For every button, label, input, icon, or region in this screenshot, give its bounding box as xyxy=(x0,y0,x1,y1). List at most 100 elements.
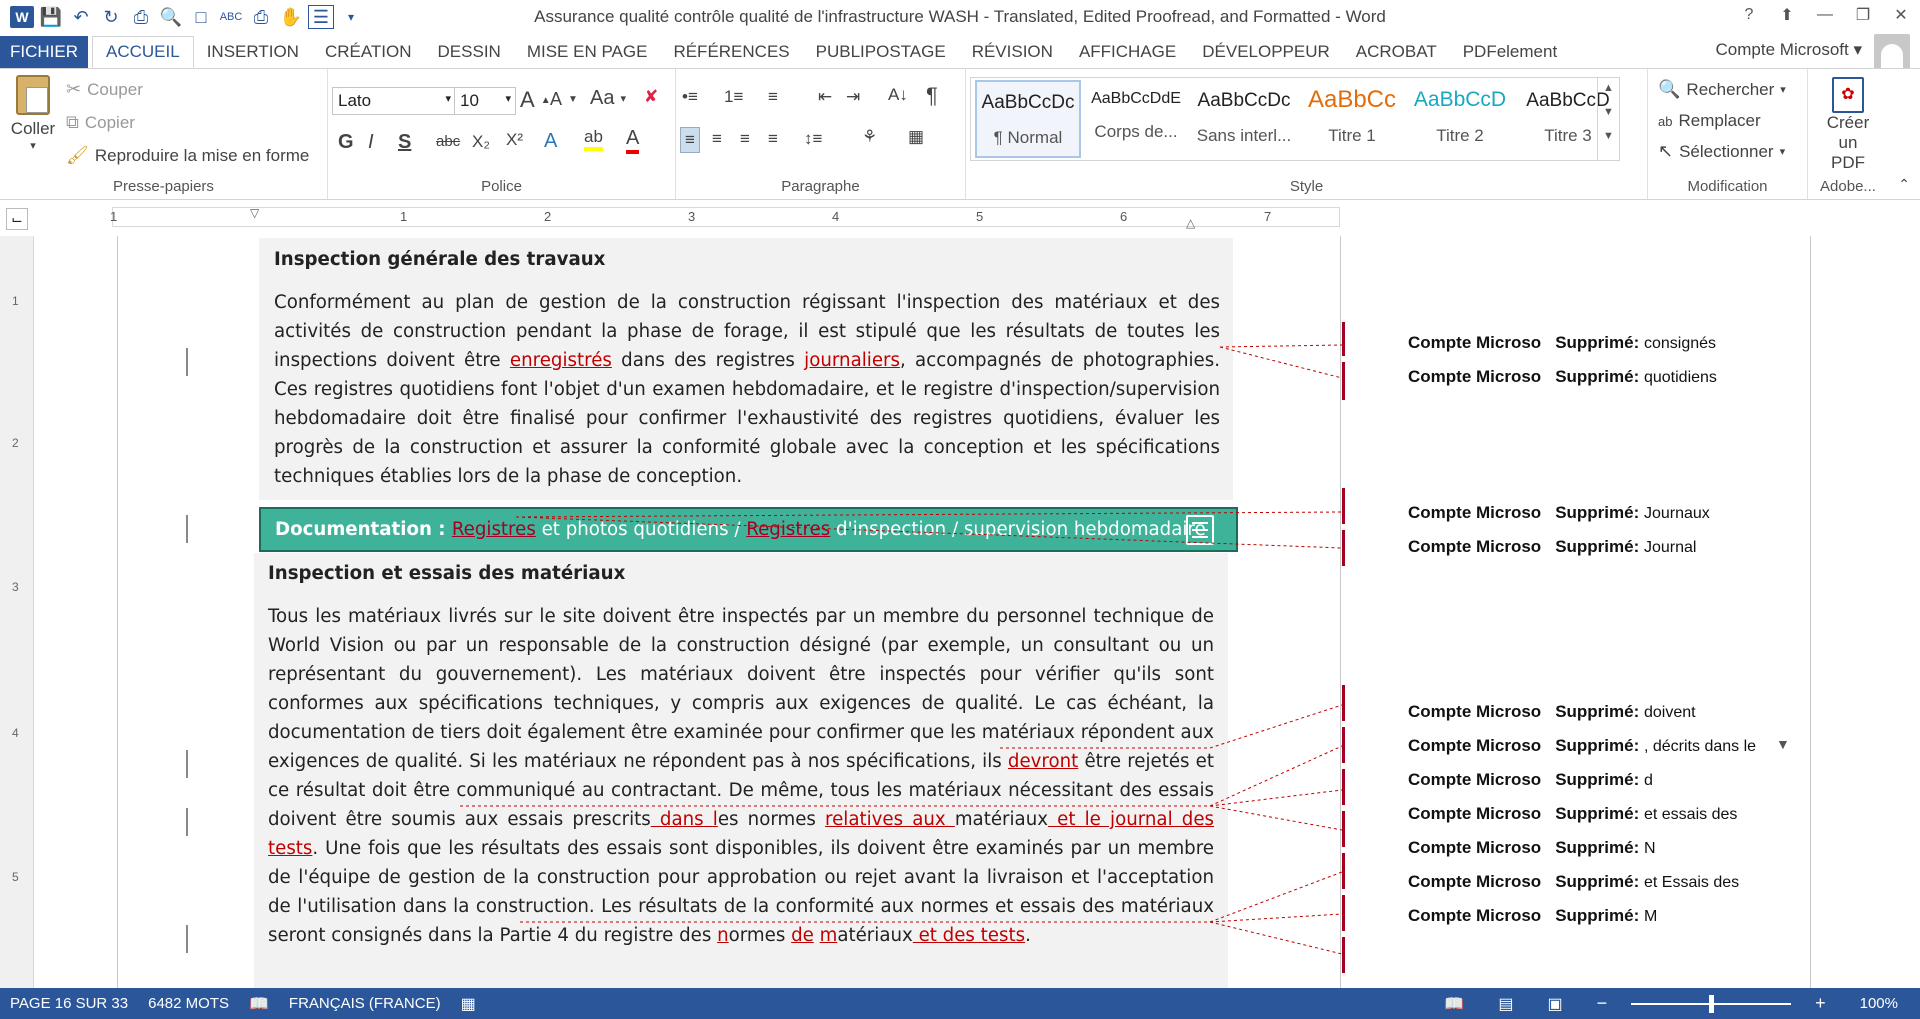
bold-button[interactable]: G xyxy=(338,131,354,154)
new-document-icon[interactable]: □ xyxy=(188,5,214,29)
styles-scroll[interactable]: ▲ ▼ ▼ xyxy=(1597,78,1619,160)
page-indicator[interactable]: PAGE 16 SUR 33 xyxy=(10,995,128,1012)
highlight-icon[interactable]: ab xyxy=(584,127,603,151)
tab-revision[interactable]: RÉVISION xyxy=(959,36,1066,68)
tab-pdfelement[interactable]: PDFelement xyxy=(1450,36,1570,68)
close-icon[interactable]: ✕ xyxy=(1882,0,1920,30)
copy-button[interactable]: ⧉ Copier xyxy=(66,112,135,133)
shrink-font-button[interactable]: A ▼ xyxy=(550,89,578,110)
read-mode-icon[interactable]: 📖 xyxy=(1444,994,1464,1014)
find-button[interactable]: 🔍 Rechercher ▾ xyxy=(1658,79,1786,100)
tracked-change-comment[interactable]: Compte Microso Supprimé: Journal xyxy=(1408,537,1696,557)
web-layout-icon[interactable]: ▣ xyxy=(1547,994,1562,1014)
print-preview-icon[interactable]: 🔍 xyxy=(158,5,184,29)
tracked-change-comment[interactable]: Compte Microso Supprimé: , décrits dans l… xyxy=(1408,736,1790,756)
style-normal[interactable]: AaBbCcDc ¶ Normal xyxy=(975,80,1081,158)
zoom-level[interactable]: 100% xyxy=(1860,995,1898,1012)
cut-button[interactable]: ✂ Couper xyxy=(66,79,143,100)
align-justify-left-icon[interactable]: ≡ xyxy=(680,127,700,153)
tracked-change-comment[interactable]: Compte Microso Supprimé: d xyxy=(1408,770,1653,790)
tab-developpeur[interactable]: DÉVELOPPEUR xyxy=(1189,36,1343,68)
font-size-input[interactable]: 10 ▾ xyxy=(454,87,516,115)
section2[interactable]: Inspection et essais des matériaux Tous … xyxy=(268,559,1214,950)
touch-mode-icon[interactable]: ✋ xyxy=(278,5,304,29)
style-sans-interligne[interactable]: AaBbCcDc Sans interl... xyxy=(1191,80,1297,158)
tab-creation[interactable]: CRÉATION xyxy=(312,36,425,68)
decrease-indent-icon[interactable]: ⇤ xyxy=(818,87,832,107)
collapse-ribbon-icon[interactable]: ⌃ xyxy=(1898,176,1910,193)
tab-mise-en-page[interactable]: MISE EN PAGE xyxy=(514,36,661,68)
help-icon[interactable]: ? xyxy=(1730,0,1768,30)
grow-font-button[interactable]: A ▲ xyxy=(520,87,551,113)
tab-insertion[interactable]: INSERTION xyxy=(194,36,312,68)
tab-stop-selector[interactable]: ⌙ xyxy=(6,208,28,230)
font-name-input[interactable]: Lato ▾ xyxy=(332,87,456,115)
tracked-change-comment[interactable]: Compte Microso Supprimé: Journaux xyxy=(1408,503,1710,523)
bullets-icon[interactable]: •≡ xyxy=(682,87,698,107)
documentation-bar[interactable]: Documentation : Registres et photos quot… xyxy=(259,507,1238,552)
pilcrow-icon[interactable]: ¶ xyxy=(926,83,938,109)
proofing-icon[interactable]: 📖 xyxy=(249,994,269,1014)
tracked-change-comment[interactable]: Compte Microso Supprimé: et Essais des xyxy=(1408,872,1739,892)
sort-icon[interactable]: A↓ xyxy=(888,85,908,105)
zoom-in-button[interactable]: + xyxy=(1815,993,1826,1014)
redo-icon[interactable]: ↻ xyxy=(98,5,124,29)
multilevel-list-icon[interactable]: ≡ xyxy=(768,87,778,107)
align-right-icon[interactable]: ≡ xyxy=(740,129,750,149)
text-effects-icon[interactable]: A xyxy=(544,130,557,153)
strikethrough-button[interactable]: abc xyxy=(436,133,460,150)
change-case-button[interactable]: Aa ▾ xyxy=(590,87,626,110)
macro-icon[interactable]: ▦ xyxy=(461,994,476,1014)
style-corps[interactable]: AaBbCcDdE Corps de... xyxy=(1083,80,1189,158)
justify-icon[interactable]: ≡ xyxy=(768,129,778,149)
italic-button[interactable]: I xyxy=(368,131,374,154)
minimize-icon[interactable]: — xyxy=(1806,0,1844,30)
line-spacing-icon[interactable]: ↕≡ xyxy=(804,129,822,149)
create-pdf-button[interactable]: ✿ Créer un PDF xyxy=(1822,77,1874,173)
tab-accueil[interactable]: ACCUEIL xyxy=(92,36,194,68)
tracked-change-comment[interactable]: Compte Microso Supprimé: N xyxy=(1408,838,1656,858)
tab-fichier[interactable]: FICHIER xyxy=(0,36,88,68)
paste-button[interactable]: Coller ▾ xyxy=(8,75,58,152)
tab-references[interactable]: RÉFÉRENCES xyxy=(660,36,802,68)
tracked-change-comment[interactable]: Compte Microso Supprimé: M xyxy=(1408,906,1657,926)
align-center-icon[interactable]: ≡ xyxy=(712,129,722,149)
zoom-out-button[interactable]: − xyxy=(1597,993,1608,1014)
format-painter-button[interactable]: 🖌 Reproduire la mise en forme xyxy=(66,145,309,166)
increase-indent-icon[interactable]: ⇥ xyxy=(846,87,860,107)
restore-icon[interactable]: ❐ xyxy=(1844,0,1882,30)
tab-acrobat[interactable]: ACROBAT xyxy=(1343,36,1450,68)
font-color-icon[interactable]: A xyxy=(626,127,640,154)
underline-button[interactable]: S xyxy=(398,131,411,154)
avatar[interactable] xyxy=(1874,34,1910,70)
shading-icon[interactable]: ⚘ xyxy=(862,127,877,147)
numbering-icon[interactable]: 1≡ xyxy=(724,87,743,107)
save-icon[interactable]: 💾 xyxy=(38,5,64,29)
undo-icon[interactable]: ↶ xyxy=(68,5,94,29)
print-icon[interactable]: ⎙ xyxy=(128,5,154,29)
select-button[interactable]: ↖ Sélectionner ▾ xyxy=(1658,141,1785,162)
tracked-change-comment[interactable]: Compte Microso Supprimé: et essais des xyxy=(1408,804,1737,824)
customize-qat-icon[interactable]: ▾ xyxy=(338,5,364,29)
borders-icon[interactable]: ▦ xyxy=(908,127,924,147)
zoom-slider[interactable] xyxy=(1631,994,1792,1013)
right-indent-marker[interactable]: △ xyxy=(1186,216,1195,230)
tab-dessin[interactable]: DESSIN xyxy=(425,36,514,68)
tracked-change-comment[interactable]: Compte Microso Supprimé: quotidiens xyxy=(1408,367,1717,387)
indent-marker[interactable]: ▽ xyxy=(250,206,259,220)
word-count[interactable]: 6482 MOTS xyxy=(148,995,229,1012)
tab-affichage[interactable]: AFFICHAGE xyxy=(1066,36,1189,68)
section1[interactable]: Inspection générale des travaux Conformé… xyxy=(274,245,1220,491)
account-name[interactable]: Compte Microsoft ▾ xyxy=(1716,40,1862,60)
style-titre2[interactable]: AaBbCcD Titre 2 xyxy=(1407,80,1513,158)
expand-comment-icon[interactable]: ▼ xyxy=(1776,736,1790,752)
superscript-button[interactable]: X² xyxy=(506,130,523,150)
tracked-change-comment[interactable]: Compte Microso Supprimé: doivent xyxy=(1408,702,1696,722)
language-indicator[interactable]: FRANÇAIS (FRANCE) xyxy=(289,995,441,1012)
replace-button[interactable]: ab Remplacer xyxy=(1658,111,1761,131)
tab-publipostage[interactable]: PUBLIPOSTAGE xyxy=(803,36,959,68)
layout-icon[interactable]: ☰ xyxy=(308,5,334,29)
print-layout-icon[interactable]: ▤ xyxy=(1498,994,1513,1014)
subscript-button[interactable]: X₂ xyxy=(472,132,490,152)
zoom-thumb[interactable] xyxy=(1709,994,1715,1013)
